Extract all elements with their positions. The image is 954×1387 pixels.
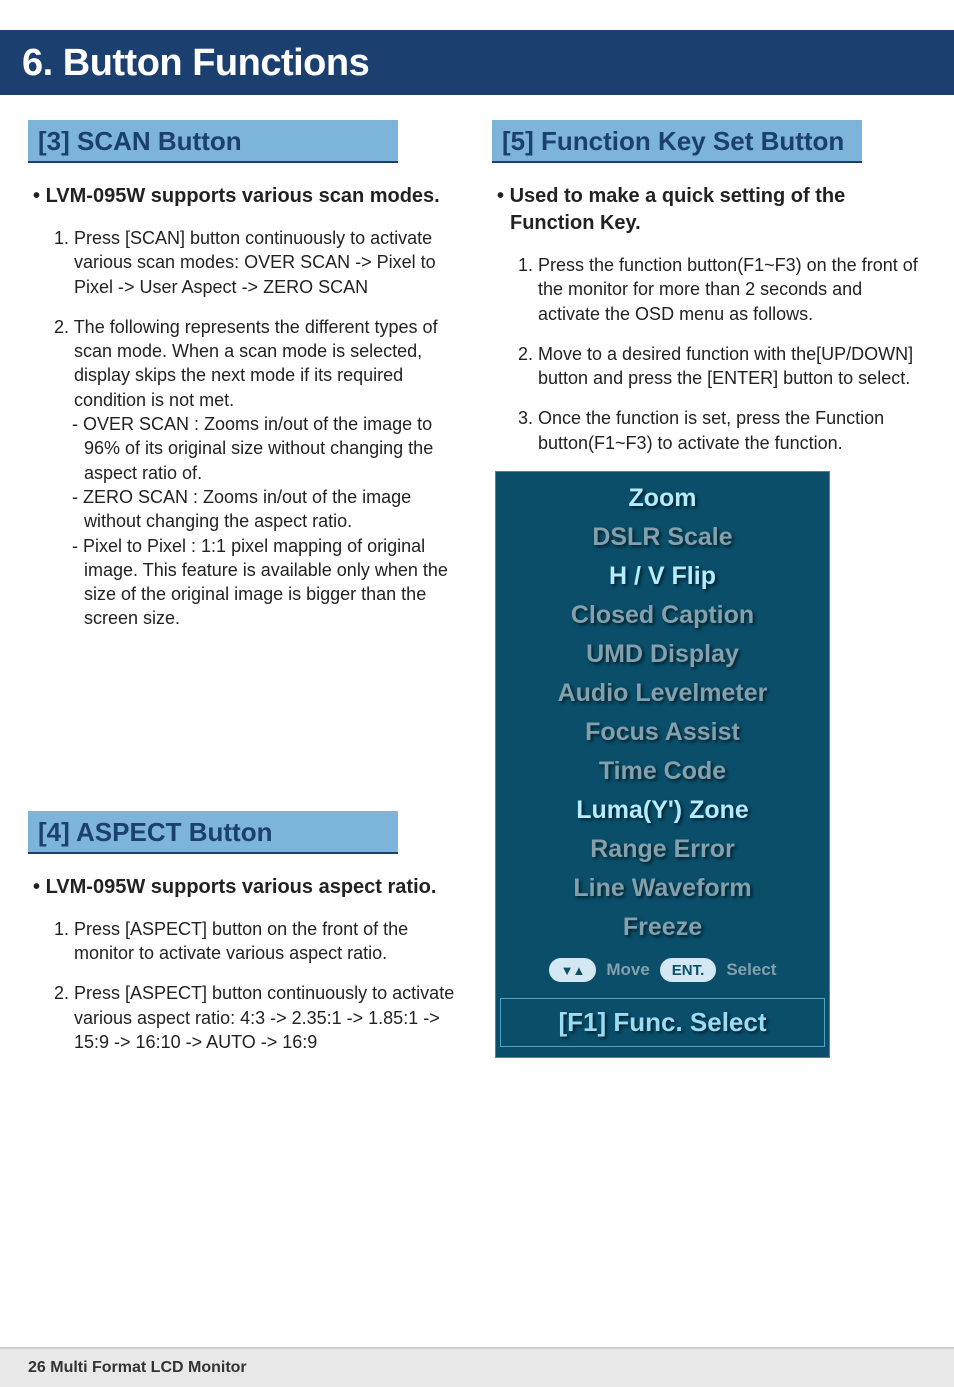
section-3-sub-1: - OVER SCAN : Zooms in/out of the image … — [28, 412, 462, 485]
section-5-item-2: 2. Move to a desired function with the[U… — [492, 342, 926, 391]
osd-item-time-code[interactable]: Time Code — [496, 757, 829, 786]
section-4-item-1: 1. Press [ASPECT] button on the front of… — [28, 917, 462, 966]
section-5-item-1: 1. Press the function button(F1~F3) on t… — [492, 253, 926, 326]
osd-item-umd-display[interactable]: UMD Display — [496, 640, 829, 669]
osd-controls-row: Move ENT. Select — [496, 958, 829, 982]
page-footer: 26 Multi Format LCD Monitor — [0, 1347, 954, 1387]
section-5-item-3: 3. Once the function is set, press the F… — [492, 406, 926, 455]
section-3-bullet: LVM-095W supports various scan modes. — [28, 183, 462, 210]
chapter-banner: 6. Button Functions — [0, 30, 954, 95]
section-3-sub-2: - ZERO SCAN : Zooms in/out of the image … — [28, 485, 462, 534]
chapter-title: 6. Button Functions — [22, 42, 932, 85]
section-5-header: [5] Function Key Set Button — [492, 120, 862, 163]
section-4-bullet: LVM-095W supports various aspect ratio. — [28, 874, 462, 901]
move-label: Move — [606, 960, 649, 980]
osd-item-zoom[interactable]: Zoom — [496, 484, 829, 513]
section-3-header: [3] SCAN Button — [28, 120, 398, 163]
osd-item-freeze[interactable]: Freeze — [496, 913, 829, 942]
osd-item-luma-zone[interactable]: Luma(Y') Zone — [496, 796, 829, 825]
section-3-item-1: 1. Press [SCAN] button continuously to a… — [28, 226, 462, 299]
section-4-header: [4] ASPECT Button — [28, 811, 398, 854]
osd-item-closed-caption[interactable]: Closed Caption — [496, 601, 829, 630]
osd-item-dslr-scale[interactable]: DSLR Scale — [496, 523, 829, 552]
osd-item-line-waveform[interactable]: Line Waveform — [496, 874, 829, 903]
select-label: Select — [726, 960, 776, 980]
content-columns: [3] SCAN Button LVM-095W supports variou… — [0, 120, 954, 1070]
ent-icon: ENT. — [660, 958, 717, 982]
section-3-item-2: 2. The following represents the differen… — [28, 315, 462, 412]
section-3-sub-3: - Pixel to Pixel : 1:1 pixel mapping of … — [28, 534, 462, 631]
osd-item-focus-assist[interactable]: Focus Assist — [496, 718, 829, 747]
osd-title-bar: [F1] Func. Select — [500, 998, 825, 1047]
section-5-bullet: Used to make a quick setting of the Func… — [492, 183, 926, 237]
section-4-item-2: 2. Press [ASPECT] button continuously to… — [28, 981, 462, 1054]
up-down-icon — [549, 958, 597, 982]
osd-item-range-error[interactable]: Range Error — [496, 835, 829, 864]
right-column: [5] Function Key Set Button Used to make… — [492, 120, 926, 1070]
osd-menu: Zoom DSLR Scale H / V Flip Closed Captio… — [495, 471, 830, 1058]
left-column: [3] SCAN Button LVM-095W supports variou… — [28, 120, 462, 1070]
osd-item-audio-levelmeter[interactable]: Audio Levelmeter — [496, 679, 829, 708]
osd-item-hv-flip[interactable]: H / V Flip — [496, 562, 829, 591]
